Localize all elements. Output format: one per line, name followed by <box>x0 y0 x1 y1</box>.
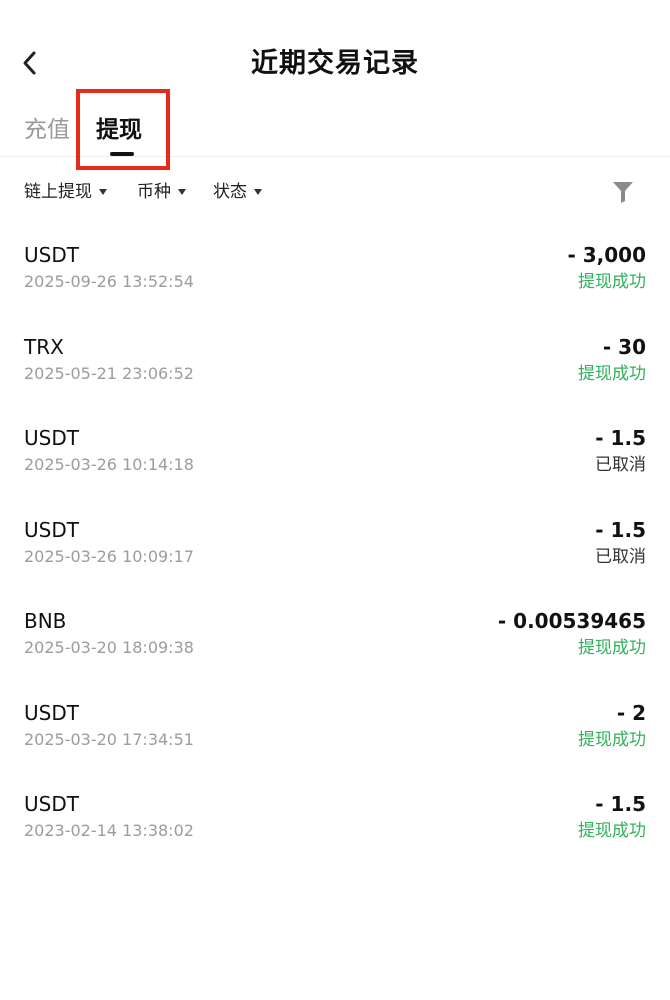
transaction-time: 2023-02-14 13:38:02 <box>24 821 194 840</box>
transaction-time: 2025-09-26 13:52:54 <box>24 272 194 291</box>
caret-down-icon <box>99 189 107 195</box>
transaction-status: 已取消 <box>595 546 646 567</box>
chain-withdraw-filter-label: 链上提现 <box>24 182 92 202</box>
transaction-row[interactable]: TRX 2025-05-21 23:06:52 - 30 提现成功 <box>0 324 670 416</box>
transaction-amount: - 2 <box>616 700 646 725</box>
coin-name: TRX <box>24 334 64 359</box>
coin-name: USDT <box>24 700 79 725</box>
transaction-row[interactable]: USDT 2025-03-20 17:34:51 - 2 提现成功 <box>0 690 670 782</box>
transaction-amount: - 1.5 <box>595 792 646 816</box>
transaction-status: 提现成功 <box>578 729 646 750</box>
coin-name: USDT <box>24 243 79 267</box>
transaction-amount: - 1.5 <box>595 426 646 450</box>
transaction-time: 2025-05-21 23:06:52 <box>24 363 194 383</box>
tab-deposit[interactable]: 充值 <box>24 108 70 156</box>
transaction-amount: - 3,000 <box>567 243 646 267</box>
transaction-time: 2025-03-20 18:09:38 <box>24 638 194 657</box>
status-filter[interactable]: 状态 <box>213 174 262 210</box>
transaction-amount: - 1.5 <box>595 517 646 542</box>
coin-filter[interactable]: 币种 <box>137 174 186 210</box>
funnel-icon[interactable] <box>612 180 634 204</box>
transaction-row[interactable]: USDT 2025-03-26 10:14:18 - 1.5 已取消 <box>0 415 670 507</box>
transaction-status: 提现成功 <box>578 821 646 841</box>
transaction-row[interactable]: USDT 2025-03-26 10:09:17 - 1.5 已取消 <box>0 507 670 599</box>
caret-down-icon <box>254 189 262 195</box>
transaction-status: 提现成功 <box>578 363 646 384</box>
tab-withdraw[interactable]: 提现 <box>96 108 142 156</box>
transaction-status: 提现成功 <box>578 638 646 658</box>
transaction-status: 提现成功 <box>578 272 646 292</box>
transaction-amount: - 30 <box>602 334 646 359</box>
coin-name: USDT <box>24 426 79 450</box>
chain-withdraw-filter[interactable]: 链上提现 <box>24 174 107 210</box>
tab-bar: 充值 提现 <box>0 108 670 157</box>
coin-filter-label: 币种 <box>137 182 171 202</box>
coin-name: USDT <box>24 792 79 816</box>
filter-bar: 链上提现 币种 状态 <box>0 174 670 210</box>
header-bar: 近期交易记录 <box>0 0 670 110</box>
transaction-amount: - 0.00539465 <box>497 609 646 633</box>
transaction-time: 2025-03-20 17:34:51 <box>24 729 194 749</box>
transaction-time: 2025-03-26 10:09:17 <box>24 546 194 566</box>
coin-name: BNB <box>24 609 67 633</box>
status-filter-label: 状态 <box>213 182 247 202</box>
coin-name: USDT <box>24 517 79 542</box>
active-tab-indicator <box>110 152 134 156</box>
transaction-row[interactable]: USDT 2025-09-26 13:52:54 - 3,000 提现成功 <box>0 232 670 324</box>
transaction-status: 已取消 <box>595 455 646 475</box>
transaction-row[interactable]: BNB 2025-03-20 18:09:38 - 0.00539465 提现成功 <box>0 598 670 690</box>
transaction-row[interactable]: USDT 2023-02-14 13:38:02 - 1.5 提现成功 <box>0 781 670 873</box>
caret-down-icon <box>178 189 186 195</box>
transaction-list: USDT 2025-09-26 13:52:54 - 3,000 提现成功 TRX 202… <box>0 232 670 873</box>
transaction-time: 2025-03-26 10:14:18 <box>24 455 194 474</box>
page-title: 近期交易记录 <box>251 48 419 79</box>
